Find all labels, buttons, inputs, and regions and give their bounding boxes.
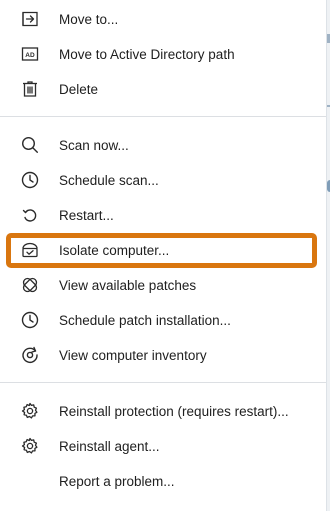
clock-icon xyxy=(20,310,40,330)
clock-icon xyxy=(20,170,40,190)
menu-item-label: Schedule patch installation... xyxy=(59,313,231,328)
menu-item-label: Delete xyxy=(59,82,99,97)
menu-item-view-patches[interactable]: View available patches xyxy=(0,268,326,303)
menu-item-view-inventory[interactable]: View computer inventory xyxy=(0,338,326,373)
highlight-box xyxy=(6,233,317,268)
move-to-icon xyxy=(20,9,40,29)
menu-item-move-to-ad[interactable]: AD Move to Active Directory path xyxy=(0,37,326,72)
menu-item-reinstall-agent[interactable]: Reinstall agent... xyxy=(0,429,326,464)
search-icon xyxy=(20,135,40,155)
menu-item-schedule-scan[interactable]: Schedule scan... xyxy=(0,163,326,198)
restart-icon xyxy=(20,205,40,225)
menu-item-label: Schedule scan... xyxy=(59,173,159,188)
menu-item-reinstall-protection[interactable]: Reinstall protection (requires restart).… xyxy=(0,394,326,429)
patch-icon xyxy=(20,275,40,295)
menu-item-label: Reinstall agent... xyxy=(59,439,160,454)
gear-icon xyxy=(20,436,40,456)
menu-item-label: View available patches xyxy=(59,278,197,293)
menu-item-label: View computer inventory xyxy=(59,348,207,363)
context-menu: Move to... AD Move to Active Directory p… xyxy=(0,0,326,511)
inventory-icon xyxy=(20,345,40,365)
menu-item-move-to[interactable]: Move to... xyxy=(0,2,326,37)
menu-item-label: Move to... xyxy=(59,12,119,27)
menu-separator xyxy=(0,382,326,383)
trash-icon xyxy=(20,79,40,99)
menu-item-delete[interactable]: Delete xyxy=(0,72,326,107)
menu-item-label: Move to Active Directory path xyxy=(59,47,235,62)
gear-icon xyxy=(20,401,40,421)
active-directory-icon: AD xyxy=(20,44,40,64)
menu-item-report-problem[interactable]: Report a problem... xyxy=(0,464,326,499)
menu-item-scan-now[interactable]: Scan now... xyxy=(0,128,326,163)
menu-separator xyxy=(0,116,326,117)
menu-item-schedule-patch[interactable]: Schedule patch installation... xyxy=(0,303,326,338)
menu-item-label: Restart... xyxy=(59,208,114,223)
menu-item-label: Report a problem... xyxy=(59,474,175,489)
menu-item-label: Scan now... xyxy=(59,138,129,153)
svg-text:AD: AD xyxy=(25,52,35,59)
menu-item-restart[interactable]: Restart... xyxy=(0,198,326,233)
background-edge xyxy=(326,0,330,511)
menu-item-label: Reinstall protection (requires restart).… xyxy=(59,404,289,419)
